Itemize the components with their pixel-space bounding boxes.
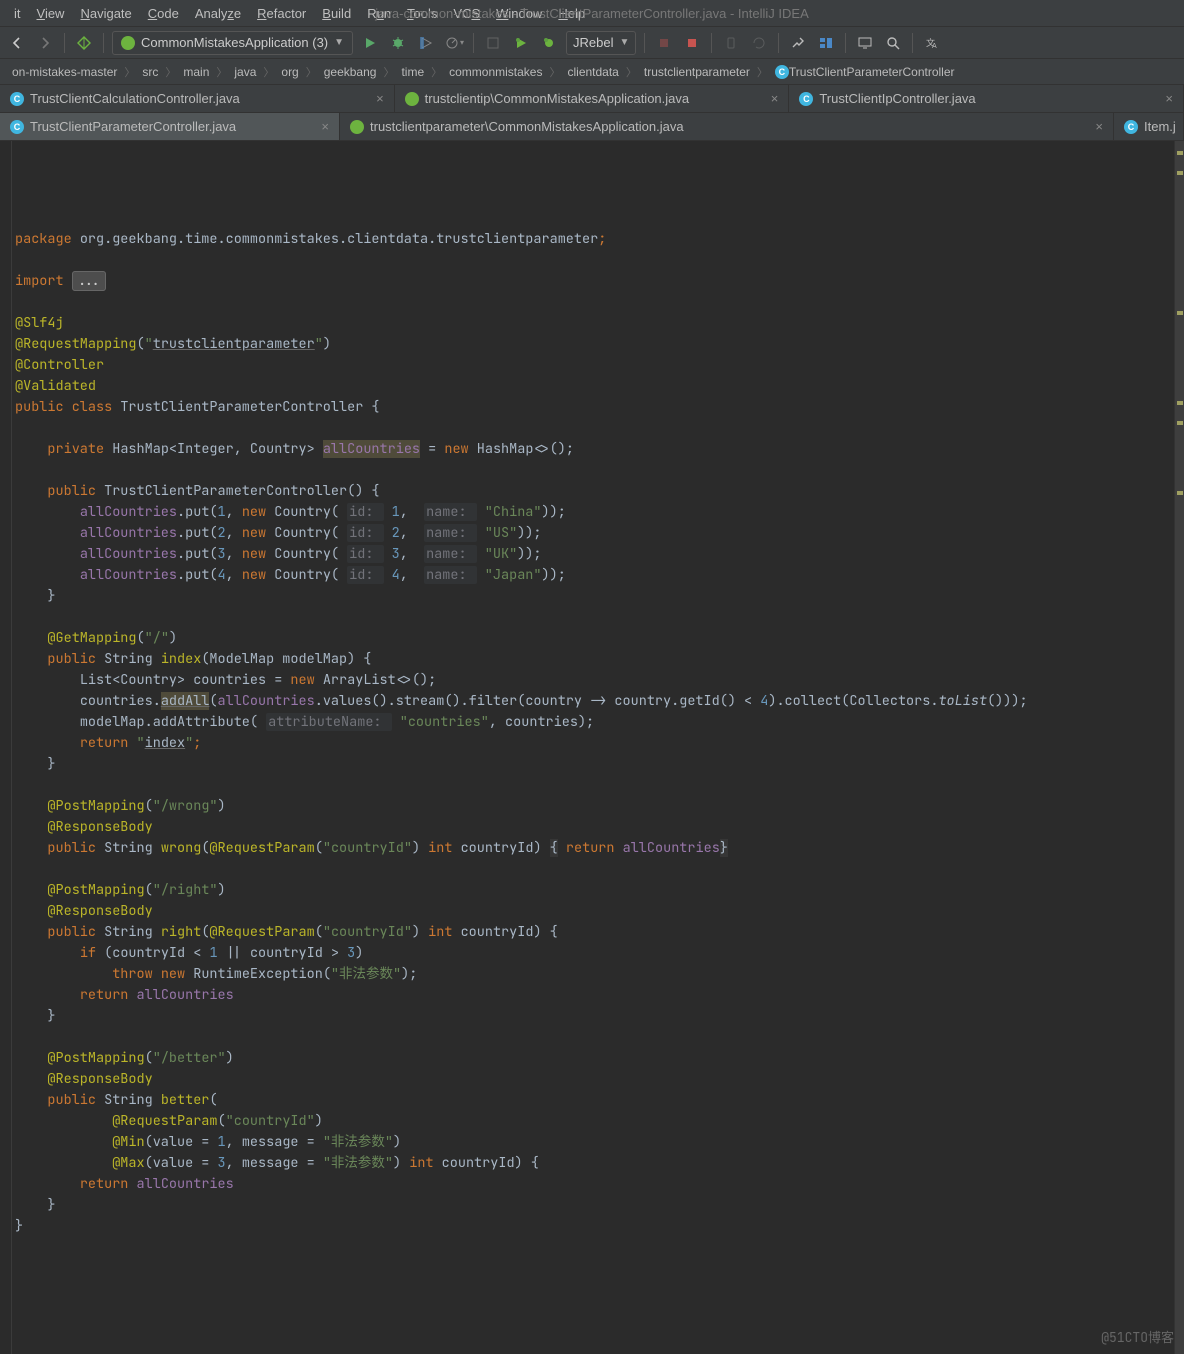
crumb-class[interactable]: CTrustClientParameterController bbox=[769, 65, 961, 79]
separator bbox=[644, 33, 645, 53]
java-class-icon: C bbox=[775, 65, 789, 79]
window-title: java-common-mistakes - TrustClientParame… bbox=[375, 6, 808, 21]
settings-button[interactable] bbox=[787, 32, 809, 54]
tab-trustclientparameter-active[interactable]: C TrustClientParameterController.java × bbox=[0, 113, 340, 140]
breadcrumb: on-mistakes-master〉 src〉 main〉 java〉 org… bbox=[0, 59, 1184, 85]
tab-label: TrustClientIpController.java bbox=[819, 91, 975, 106]
tab-trustclientip-app[interactable]: trustclientip\CommonMistakesApplication.… bbox=[395, 85, 790, 112]
separator bbox=[64, 33, 65, 53]
crumb-time[interactable]: time bbox=[395, 65, 430, 79]
build-button[interactable] bbox=[73, 32, 95, 54]
tab-label: trustclientip\CommonMistakesApplication.… bbox=[425, 91, 689, 106]
crumb-src[interactable]: src bbox=[136, 65, 164, 79]
close-icon[interactable]: × bbox=[376, 91, 384, 106]
presentation-button[interactable] bbox=[854, 32, 876, 54]
tab-trustclientcalculation[interactable]: C TrustClientCalculationController.java … bbox=[0, 85, 395, 112]
jrebel-debug-button[interactable] bbox=[538, 32, 560, 54]
fold-marker[interactable]: ... bbox=[72, 271, 106, 291]
attach-button[interactable] bbox=[482, 32, 504, 54]
menu-navigate[interactable]: Navigate bbox=[72, 6, 139, 21]
jrebel-selector[interactable]: JRebel ▼ bbox=[566, 31, 636, 55]
run-button[interactable] bbox=[359, 32, 381, 54]
tab-trustclientip[interactable]: C TrustClientIpController.java × bbox=[789, 85, 1184, 112]
tab-item[interactable]: C Item.j bbox=[1114, 113, 1184, 140]
project-structure-button[interactable] bbox=[815, 32, 837, 54]
menu-refactor[interactable]: Refactor bbox=[249, 6, 314, 21]
menu-file[interactable]: it bbox=[6, 6, 29, 21]
device-button[interactable] bbox=[720, 32, 742, 54]
run-config-label: CommonMistakesApplication (3) bbox=[141, 35, 328, 50]
tab-trustclientparameter-app[interactable]: trustclientparameter\CommonMistakesAppli… bbox=[340, 113, 1114, 140]
code-content: package org.geekbang.time.commonmistakes… bbox=[0, 208, 1184, 1237]
chevron-down-icon: ▼ bbox=[620, 37, 630, 48]
editor-tabs-row-1: C TrustClientCalculationController.java … bbox=[0, 85, 1184, 113]
spring-boot-icon bbox=[350, 120, 364, 134]
separator bbox=[778, 33, 779, 53]
separator bbox=[473, 33, 474, 53]
menu-build[interactable]: Build bbox=[314, 6, 359, 21]
jrebel-label: JRebel bbox=[573, 35, 613, 50]
editor-scrollbar[interactable] bbox=[1174, 141, 1184, 1354]
crumb-commonmistakes[interactable]: commonmistakes bbox=[443, 65, 548, 79]
menu-view[interactable]: View bbox=[29, 6, 73, 21]
chevron-down-icon: ▼ bbox=[334, 37, 344, 48]
close-icon[interactable]: × bbox=[771, 91, 779, 106]
translate-button[interactable]: 文A bbox=[921, 32, 943, 54]
update-button[interactable] bbox=[748, 32, 770, 54]
close-icon[interactable]: × bbox=[321, 119, 329, 134]
java-class-icon: C bbox=[799, 92, 813, 106]
java-class-icon: C bbox=[10, 92, 24, 106]
menu-analyze[interactable]: Analyze bbox=[187, 6, 249, 21]
menu-code[interactable]: Code bbox=[140, 6, 187, 21]
tab-label: Item.j bbox=[1144, 119, 1176, 134]
spring-boot-icon bbox=[121, 36, 135, 50]
crumb-geekbang[interactable]: geekbang bbox=[318, 65, 383, 79]
menu-bar: it View Navigate Code Analyze Refactor B… bbox=[0, 0, 1184, 27]
profiler-button[interactable]: ▾ bbox=[443, 32, 465, 54]
debug-button[interactable] bbox=[387, 32, 409, 54]
crumb-org[interactable]: org bbox=[275, 65, 304, 79]
nav-forward-button[interactable] bbox=[34, 32, 56, 54]
separator bbox=[711, 33, 712, 53]
close-icon[interactable]: × bbox=[1165, 91, 1173, 106]
crumb-trustclientparameter[interactable]: trustclientparameter bbox=[638, 65, 756, 79]
java-class-icon: C bbox=[10, 120, 24, 134]
crumb-java[interactable]: java bbox=[228, 65, 262, 79]
editor-gutter[interactable] bbox=[0, 141, 12, 1354]
tab-label: TrustClientCalculationController.java bbox=[30, 91, 240, 106]
tab-label: trustclientparameter\CommonMistakesAppli… bbox=[370, 119, 684, 134]
crumb-clientdata[interactable]: clientdata bbox=[561, 65, 624, 79]
stop-button[interactable] bbox=[681, 32, 703, 54]
separator bbox=[103, 33, 104, 53]
nav-back-button[interactable] bbox=[6, 32, 28, 54]
tab-label: TrustClientParameterController.java bbox=[30, 119, 236, 134]
separator bbox=[845, 33, 846, 53]
separator bbox=[912, 33, 913, 53]
spring-boot-icon bbox=[405, 92, 419, 106]
coverage-button[interactable] bbox=[415, 32, 437, 54]
svg-text:A: A bbox=[932, 43, 937, 50]
stop-button-disabled[interactable] bbox=[653, 32, 675, 54]
code-editor[interactable]: package org.geekbang.time.commonmistakes… bbox=[0, 141, 1184, 1354]
crumb-project[interactable]: on-mistakes-master bbox=[6, 65, 123, 79]
run-config-selector[interactable]: CommonMistakesApplication (3) ▼ bbox=[112, 31, 353, 55]
search-everywhere-button[interactable] bbox=[882, 32, 904, 54]
close-icon[interactable]: × bbox=[1095, 119, 1103, 134]
jrebel-run-button[interactable] bbox=[510, 32, 532, 54]
editor-tabs-row-2: C TrustClientParameterController.java × … bbox=[0, 113, 1184, 141]
crumb-main[interactable]: main bbox=[177, 65, 215, 79]
main-toolbar: CommonMistakesApplication (3) ▼ ▾ JRebel… bbox=[0, 27, 1184, 59]
java-class-icon: C bbox=[1124, 120, 1138, 134]
watermark: @51CTO博客 bbox=[1101, 1327, 1174, 1348]
